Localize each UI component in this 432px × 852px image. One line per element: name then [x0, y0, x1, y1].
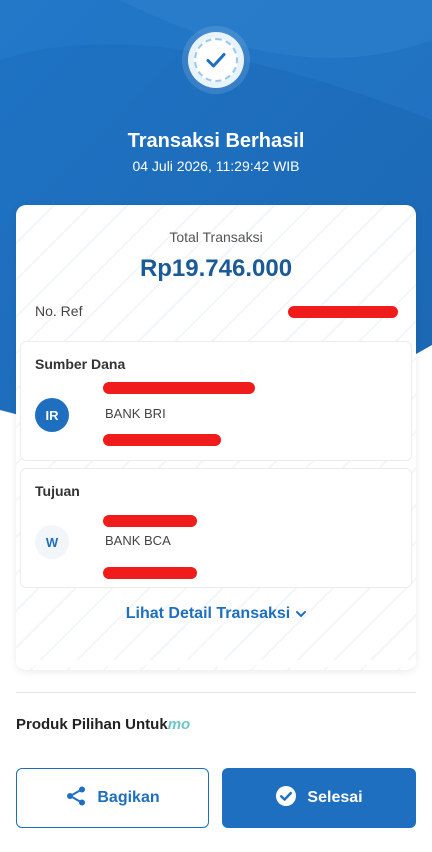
source-avatar: IR — [35, 398, 69, 432]
redacted-destination-account — [103, 567, 197, 579]
page-title: Transaksi Berhasil — [127, 130, 305, 152]
share-button[interactable]: Bagikan — [16, 768, 209, 828]
destination-account-card: Tujuan W BANK BCA — [20, 468, 412, 588]
redacted-ref-number — [288, 306, 398, 318]
recommended-products-heading: Produk Pilihan Untukmo — [16, 716, 190, 733]
redacted-source-account — [103, 434, 221, 446]
source-account-card: Sumber Dana IR BANK BRI — [20, 341, 412, 461]
view-transaction-detail-link[interactable]: Lihat Detail Transaksi — [16, 605, 416, 623]
receipt-torn-edge — [16, 660, 416, 674]
redacted-source-name — [103, 382, 255, 394]
transaction-datetime: 04 Juli 2026, 11:29:42 WIB — [132, 158, 300, 174]
receipt-card: Total Transaksi Rp19.746.000 No. Ref Sum… — [16, 205, 416, 670]
destination-heading: Tujuan — [35, 483, 80, 499]
check-circle-icon — [275, 785, 297, 812]
source-heading: Sumber Dana — [35, 356, 126, 372]
redacted-destination-name — [103, 515, 197, 527]
success-badge — [188, 32, 244, 88]
total-label: Total Transaksi — [169, 229, 263, 245]
total-amount: Rp19.746.000 — [139, 255, 293, 282]
destination-avatar: W — [35, 525, 69, 559]
destination-bank: BANK BCA — [105, 533, 171, 548]
share-icon — [65, 785, 87, 812]
source-bank: BANK BRI — [105, 406, 166, 421]
ref-label: No. Ref — [35, 303, 83, 319]
done-button[interactable]: Selesai — [222, 768, 416, 828]
produk-label: Produk Pilihan Untuk — [16, 716, 168, 733]
chevron-down-icon — [296, 605, 307, 623]
brand-logo: mo — [167, 716, 191, 733]
check-circle-icon — [194, 38, 238, 82]
detail-link-label: Lihat Detail Transaksi — [125, 605, 291, 622]
done-button-label: Selesai — [307, 789, 363, 806]
share-button-label: Bagikan — [97, 789, 160, 806]
section-divider — [16, 692, 416, 693]
